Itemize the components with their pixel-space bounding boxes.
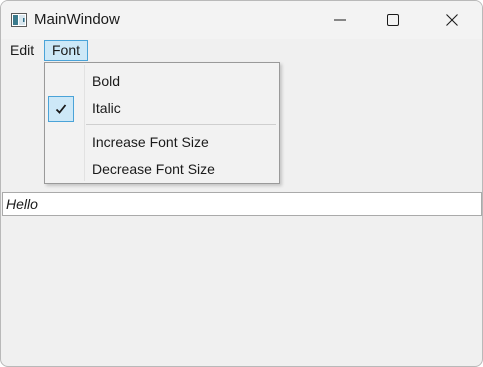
menu-bar: Edit Font <box>1 39 482 63</box>
checkmark-icon <box>48 96 74 122</box>
title-bar[interactable]: MainWindow <box>1 1 482 39</box>
app-icon <box>11 13 27 27</box>
minimize-icon <box>334 14 346 26</box>
menu-item-label: Italic <box>92 100 121 116</box>
menu-edit[interactable]: Edit <box>3 40 41 61</box>
menu-separator <box>86 124 276 125</box>
minimize-button[interactable] <box>316 1 364 39</box>
close-icon <box>446 14 458 26</box>
font-menu-dropdown: Bold Italic Increase Font Size Decrease … <box>44 62 280 184</box>
text-input-value: Hello <box>6 196 38 212</box>
maximize-button[interactable] <box>369 1 417 39</box>
close-button[interactable] <box>428 1 476 39</box>
window-title: MainWindow <box>34 11 120 28</box>
menu-item-italic[interactable]: Italic <box>45 95 279 122</box>
menu-item-decrease-font-size[interactable]: Decrease Font Size <box>45 156 279 182</box>
maximize-icon <box>387 14 399 26</box>
text-input[interactable]: Hello <box>2 192 482 216</box>
menu-item-increase-font-size[interactable]: Increase Font Size <box>45 129 279 155</box>
main-window: MainWindow Edit Font Hello Bold Italic I… <box>0 0 483 367</box>
menu-font[interactable]: Font <box>44 40 89 61</box>
menu-item-label: Bold <box>92 73 121 89</box>
menu-item-label: Increase Font Size <box>92 134 209 150</box>
menu-item-bold[interactable]: Bold <box>45 68 279 94</box>
menu-item-label: Decrease Font Size <box>92 161 215 177</box>
